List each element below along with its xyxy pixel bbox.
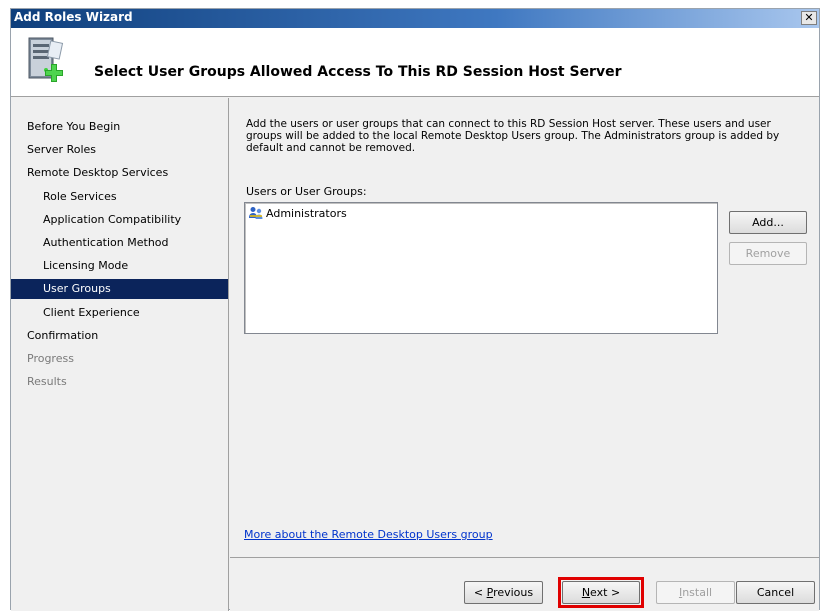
nav-item-progress: Progress (27, 352, 74, 365)
previous-label-rest: revious (493, 586, 534, 599)
nav-item-authentication-method[interactable]: Authentication Method (11, 233, 228, 253)
nav-item-remote-desktop-services[interactable]: Remote Desktop Services (11, 163, 228, 183)
nav-item-server-roles[interactable]: Server Roles (11, 140, 228, 160)
remove-button: Remove (729, 242, 807, 265)
cancel-button[interactable]: Cancel (736, 581, 815, 604)
description-text: Add the users or user groups that can co… (246, 118, 780, 154)
wizard-header: Select User Groups Allowed Access To Thi… (11, 28, 819, 97)
nav-item-user-groups[interactable]: User Groups (11, 279, 228, 299)
add-roles-wizard-window: Add Roles Wizard ✕ Select User Groups Al… (10, 8, 820, 611)
install-label-rest: nstall (682, 586, 713, 599)
nav-item-licensing-mode[interactable]: Licensing Mode (11, 256, 228, 276)
title-bar[interactable]: Add Roles Wizard ✕ (11, 9, 819, 28)
list-item[interactable]: Administrators (248, 205, 347, 221)
users-list-label: Users or User Groups: (246, 185, 367, 198)
page-title: Select User Groups Allowed Access To Thi… (94, 64, 622, 80)
next-label-rest: ext > (590, 586, 621, 599)
add-button[interactable]: Add... (729, 211, 807, 234)
nav-item-confirmation[interactable]: Confirmation (11, 326, 228, 346)
previous-button[interactable]: < Previous (464, 581, 543, 604)
users-groups-listbox[interactable]: Administrators (244, 202, 718, 334)
next-button[interactable]: Next > (562, 581, 640, 604)
nav-item-role-services[interactable]: Role Services (11, 187, 228, 207)
list-item-label: Administrators (266, 206, 347, 220)
wizard-footer: < Previous Next > Install Cancel (230, 557, 819, 611)
install-button: Install (656, 581, 735, 604)
wizard-step-nav: Before You Begin Server Roles Remote Des… (11, 98, 229, 611)
content-pane: Add the users or user groups that can co… (230, 98, 819, 556)
close-icon: ✕ (804, 11, 814, 24)
server-add-icon (28, 37, 64, 82)
nav-item-application-compatibility[interactable]: Application Compatibility (11, 210, 228, 230)
nav-item-results: Results (27, 375, 67, 388)
remote-desktop-users-help-link[interactable]: More about the Remote Desktop Users grou… (244, 528, 493, 541)
next-accelerator: N (581, 586, 591, 599)
nav-item-before-you-begin[interactable]: Before You Begin (11, 117, 228, 137)
close-button[interactable]: ✕ (801, 11, 817, 25)
user-group-icon (249, 207, 263, 219)
previous-prefix: < (473, 586, 487, 599)
nav-item-client-experience[interactable]: Client Experience (11, 303, 228, 323)
window-title: Add Roles Wizard (14, 10, 133, 24)
